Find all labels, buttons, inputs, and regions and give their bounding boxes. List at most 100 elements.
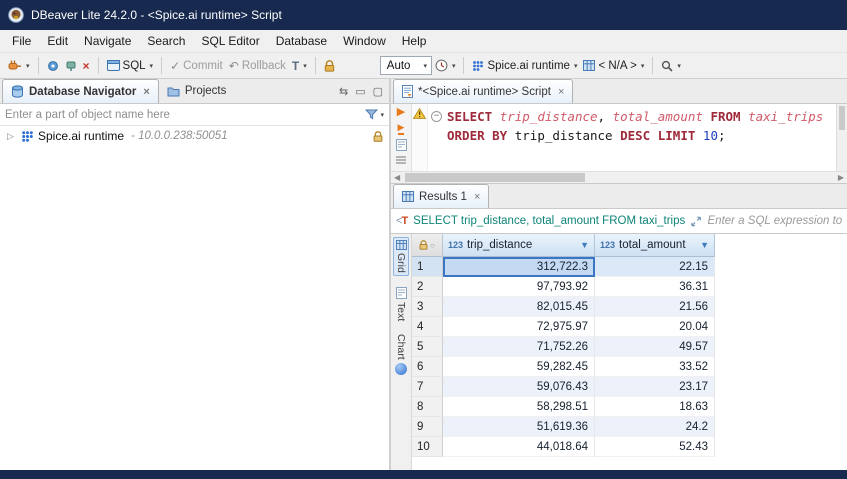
cell-total-amount[interactable]: 23.17 [595, 377, 715, 397]
connect-button[interactable] [44, 58, 62, 74]
cell-trip-distance[interactable]: 72,975.97 [443, 317, 595, 337]
row-number[interactable]: 1 [412, 257, 443, 277]
filter-controls[interactable]: ▾ [365, 109, 384, 120]
editor-hscrollbar[interactable]: ◀ ▶ [391, 171, 847, 184]
cell-trip-distance[interactable]: 312,722.3 [443, 257, 595, 277]
side-tab-grid[interactable]: Grid [393, 237, 409, 276]
column-header-total-amount[interactable]: 123 total_amount ▼ [595, 234, 715, 257]
tree-item-spice-runtime[interactable]: ▷ Spice.ai runtime - 10.0.0.238:50051 [0, 126, 389, 146]
code-area[interactable]: −SELECT trip_distance, total_amount FROM… [428, 104, 836, 171]
cell-trip-distance[interactable]: 51,619.36 [443, 417, 595, 437]
row-number[interactable]: 10 [412, 437, 443, 457]
execute-script-button[interactable]: ▶ [398, 122, 405, 135]
link-editor-icon[interactable]: ⇆ [339, 85, 348, 98]
invalidate-connection-button[interactable] [62, 58, 80, 74]
explain-plan-button[interactable] [396, 139, 407, 151]
scroll-track[interactable] [403, 173, 835, 182]
active-schema-selector[interactable]: < N/A > ▾ [580, 58, 647, 74]
side-tab-chart[interactable]: Chart [394, 332, 408, 377]
cell-trip-distance[interactable]: 71,752.26 [443, 337, 595, 357]
search-button[interactable]: ▾ [658, 58, 684, 74]
tab-projects[interactable]: Projects [159, 79, 235, 103]
transaction-mode-button[interactable]: T ▾ [289, 57, 310, 75]
sql-token: DESC [620, 126, 650, 145]
expand-chevron-icon[interactable]: ▷ [7, 131, 17, 142]
close-icon[interactable]: × [474, 191, 480, 203]
empty-area [715, 377, 847, 397]
row-number[interactable]: 6 [412, 357, 443, 377]
menu-edit[interactable]: Edit [39, 31, 76, 51]
side-tab-text[interactable]: Text [394, 285, 408, 323]
tab-results-1[interactable]: Results 1 × [393, 184, 489, 208]
sql-editor-button[interactable]: SQL ▾ [104, 58, 157, 74]
commit-button[interactable]: ✓ Commit [167, 57, 226, 75]
menu-sql-editor[interactable]: SQL Editor [193, 31, 267, 51]
cell-total-amount[interactable]: 33.52 [595, 357, 715, 377]
cell-trip-distance[interactable]: 59,076.43 [443, 377, 595, 397]
cell-total-amount[interactable]: 22.15 [595, 257, 715, 277]
scroll-thumb[interactable] [839, 106, 845, 130]
menu-file[interactable]: File [4, 31, 39, 51]
sort-desc-icon[interactable]: ▼ [580, 240, 589, 250]
auto-commit-combo[interactable]: Auto ▾ [380, 56, 432, 75]
cell-trip-distance[interactable]: 58,298.51 [443, 397, 595, 417]
menu-database[interactable]: Database [268, 31, 335, 51]
disconnect-button[interactable]: × [80, 57, 93, 75]
menu-window[interactable]: Window [335, 31, 394, 51]
scroll-thumb[interactable] [405, 173, 585, 182]
results-filter-bar[interactable]: <T SELECT trip_distance, total_amount FR… [391, 209, 847, 234]
new-connection-button[interactable]: ▾ [5, 57, 33, 74]
row-number[interactable]: 4 [412, 317, 443, 337]
connection-readonly-lock[interactable] [321, 58, 338, 74]
row-number[interactable]: 9 [412, 417, 443, 437]
minimize-view-icon[interactable]: ▭ [355, 85, 365, 98]
row-number[interactable]: 7 [412, 377, 443, 397]
tab-sql-script[interactable]: *<Spice.ai runtime> Script × [393, 79, 573, 103]
code-line-2[interactable]: ORDER BY trip_distance DESC LIMIT 10; [431, 126, 836, 145]
cell-total-amount[interactable]: 52.43 [595, 437, 715, 457]
row-number[interactable]: 3 [412, 297, 443, 317]
scroll-left-icon[interactable]: ◀ [391, 173, 403, 182]
cell-total-amount[interactable]: 24.2 [595, 417, 715, 437]
close-icon[interactable]: × [558, 86, 564, 98]
editor-vscrollbar[interactable] [836, 104, 847, 171]
scroll-right-icon[interactable]: ▶ [835, 173, 847, 182]
editor-settings-button[interactable] [396, 155, 406, 165]
row-number[interactable]: 5 [412, 337, 443, 357]
cell-total-amount[interactable]: 21.56 [595, 297, 715, 317]
sql-editor[interactable]: ▶ ▶ [391, 104, 847, 171]
maximize-view-icon[interactable]: ▢ [373, 85, 383, 98]
cell-trip-distance[interactable]: 44,018.64 [443, 437, 595, 457]
sql-token: trip_distance [507, 126, 620, 145]
search-icon [661, 60, 673, 72]
fold-collapse-icon[interactable]: − [431, 111, 442, 122]
titlebar[interactable]: DBeaver Lite 24.2.0 - <Spice.ai runtime>… [0, 0, 847, 30]
rollback-button[interactable]: ↶ Rollback [226, 57, 289, 75]
cell-trip-distance[interactable]: 82,015.45 [443, 297, 595, 317]
sql-token: 10 [703, 126, 718, 145]
menu-help[interactable]: Help [394, 31, 435, 51]
custom-filter-icon[interactable]: <T [396, 215, 407, 227]
transaction-log-button[interactable]: ▾ [432, 57, 459, 74]
column-header-trip-distance[interactable]: 123 trip_distance ▼ [443, 234, 595, 257]
cell-trip-distance[interactable]: 97,793.92 [443, 277, 595, 297]
menu-search[interactable]: Search [139, 31, 193, 51]
separator [315, 57, 316, 74]
execute-statement-button[interactable]: ▶ [397, 107, 405, 118]
cell-total-amount[interactable]: 18.63 [595, 397, 715, 417]
active-connection-selector[interactable]: Spice.ai runtime ▾ [469, 58, 580, 74]
tab-database-navigator[interactable]: Database Navigator × [2, 79, 159, 103]
sort-desc-icon[interactable]: ▼ [700, 240, 709, 250]
cell-total-amount[interactable]: 20.04 [595, 317, 715, 337]
cell-total-amount[interactable]: 49.57 [595, 337, 715, 357]
cell-total-amount[interactable]: 36.31 [595, 277, 715, 297]
menu-navigate[interactable]: Navigate [76, 31, 139, 51]
cell-trip-distance[interactable]: 59,282.45 [443, 357, 595, 377]
close-icon[interactable]: × [143, 86, 149, 98]
row-number[interactable]: 2 [412, 277, 443, 297]
grid-corner-cell[interactable]: ○ [412, 234, 443, 257]
expand-filter-icon[interactable] [691, 216, 701, 227]
code-line-1[interactable]: −SELECT trip_distance, total_amount FROM… [431, 107, 836, 126]
row-number[interactable]: 8 [412, 397, 443, 417]
object-filter-input[interactable] [5, 109, 365, 121]
